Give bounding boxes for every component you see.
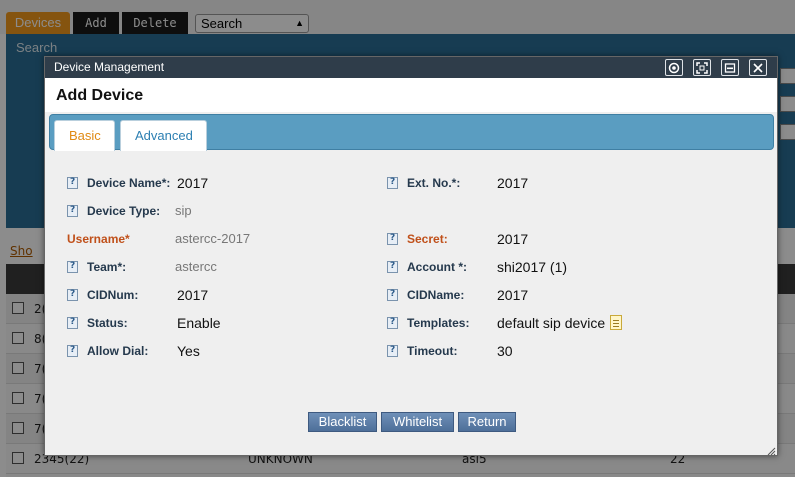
help-icon[interactable]: [387, 233, 398, 245]
tab-advanced[interactable]: Advanced: [120, 120, 207, 151]
field-value[interactable]: 2017: [177, 287, 208, 303]
help-icon[interactable]: [387, 345, 398, 357]
form-field-left: Allow Dial: Yes: [67, 343, 367, 362]
field-value[interactable]: 2017: [177, 175, 208, 191]
help-icon[interactable]: [387, 317, 398, 329]
field-label: Status:: [87, 316, 128, 330]
field-value[interactable]: 2017: [497, 287, 528, 303]
help-icon[interactable]: [67, 261, 78, 273]
help-icon[interactable]: [67, 317, 78, 329]
maximize-icon[interactable]: [693, 59, 711, 76]
field-label: CIDName:: [407, 288, 465, 302]
template-document-icon[interactable]: [610, 315, 623, 330]
form-field-right: Ext. No.*: 2017: [387, 175, 717, 194]
field-value[interactable]: sip: [175, 203, 192, 218]
help-icon[interactable]: [67, 205, 78, 217]
field-value[interactable]: Enable: [177, 315, 221, 331]
field-label: Device Type:: [87, 204, 161, 218]
form-field-right: CIDName: 2017: [387, 287, 717, 306]
help-icon[interactable]: [67, 289, 78, 301]
field-value[interactable]: astercc: [175, 259, 217, 274]
tab-basic[interactable]: Basic: [54, 120, 115, 151]
form-field-right: Secret: 2017: [387, 231, 717, 250]
device-management-dialog: Device Management Add Device Basic Advan…: [44, 56, 778, 456]
field-label: Device Name*:: [87, 176, 171, 190]
dialog-title: Device Management: [54, 60, 165, 74]
field-label: Timeout:: [407, 344, 458, 358]
field-label: Templates:: [407, 316, 470, 330]
help-icon[interactable]: [67, 345, 78, 357]
form-field-left: Device Name*: 2017: [67, 175, 367, 194]
help-icon[interactable]: [387, 261, 398, 273]
help-icon[interactable]: [387, 289, 398, 301]
form-field-left: Team*: astercc: [67, 259, 367, 278]
help-icon[interactable]: [67, 177, 78, 189]
form-field-left: Username* astercc-2017: [67, 231, 367, 250]
blacklist-button[interactable]: Blacklist: [308, 412, 377, 432]
form-field-left: CIDNum: 2017: [67, 287, 367, 306]
template-value-wrap: default sip device: [497, 315, 623, 331]
form-field-right: Timeout: 30: [387, 343, 717, 362]
form-field-left: Status: Enable: [67, 315, 367, 334]
field-value[interactable]: Yes: [177, 343, 200, 359]
form-field-right: Templates: default sip device: [387, 315, 717, 334]
form-field-left: Device Type: sip: [67, 203, 367, 222]
field-label: Account *:: [407, 260, 467, 274]
dialog-tabbar: Basic Advanced: [49, 114, 774, 151]
pin-icon[interactable]: [665, 59, 683, 76]
field-value[interactable]: shi2017 (1): [497, 259, 567, 275]
field-label: Team*:: [87, 260, 127, 274]
close-icon[interactable]: [749, 59, 767, 76]
field-value[interactable]: default sip device: [497, 315, 605, 331]
dialog-heading: Add Device: [56, 87, 144, 104]
field-label: Allow Dial:: [87, 344, 149, 358]
dialog-titlebar[interactable]: Device Management: [45, 57, 777, 78]
field-label: CIDNum:: [87, 288, 139, 302]
resize-grip-icon[interactable]: [767, 445, 776, 456]
whitelist-button[interactable]: Whitelist: [381, 412, 454, 432]
field-value[interactable]: astercc-2017: [175, 231, 250, 246]
return-button[interactable]: Return: [458, 412, 516, 432]
field-value[interactable]: 30: [497, 343, 513, 359]
field-label: Username*: [67, 232, 130, 246]
dialog-header: Add Device: [45, 78, 777, 112]
field-label: Ext. No.*:: [407, 176, 461, 190]
field-value[interactable]: 2017: [497, 175, 528, 191]
form-field-right: Account *: shi2017 (1): [387, 259, 717, 278]
field-value[interactable]: 2017: [497, 231, 528, 247]
minimize-icon[interactable]: [721, 59, 739, 76]
field-label: Secret:: [407, 232, 448, 246]
help-icon[interactable]: [387, 177, 398, 189]
